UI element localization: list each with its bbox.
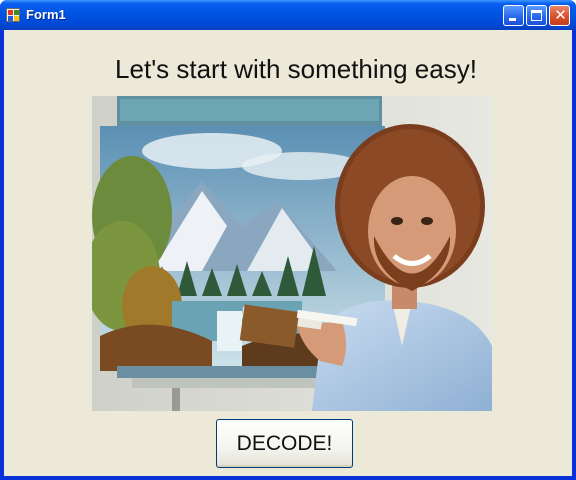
page-heading: Let's start with something easy! bbox=[115, 54, 477, 84]
window-title: Form1 bbox=[26, 7, 66, 22]
close-button[interactable]: ✕ bbox=[549, 5, 570, 26]
app-window: Form1 ✕ Let's start with something easy! bbox=[0, 0, 576, 480]
maximize-icon bbox=[531, 10, 542, 21]
bob-ross-picture bbox=[92, 96, 492, 411]
minimize-icon bbox=[509, 18, 516, 21]
maximize-button[interactable] bbox=[526, 5, 547, 26]
decode-button[interactable]: DECODE! bbox=[216, 419, 353, 468]
form-app-icon[interactable] bbox=[6, 8, 20, 22]
form-client-area: Let's start with something easy! DECODE! bbox=[4, 30, 572, 476]
close-icon: ✕ bbox=[554, 6, 567, 24]
title-bar[interactable]: Form1 ✕ bbox=[0, 0, 576, 30]
picture-illustration bbox=[92, 96, 492, 411]
minimize-button[interactable] bbox=[503, 5, 524, 26]
